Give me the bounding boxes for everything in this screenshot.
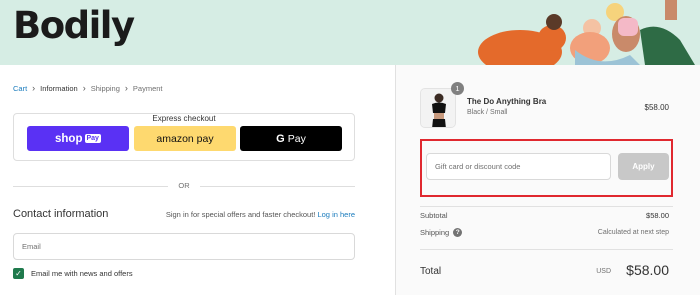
- summary-divider: [420, 249, 673, 250]
- contact-information-title: Contact information: [13, 208, 109, 220]
- shop-pay-label: shop: [55, 132, 83, 145]
- newsletter-checkbox[interactable]: ✓: [13, 268, 24, 279]
- quantity-badge: 1: [451, 82, 464, 95]
- apply-button[interactable]: Apply: [618, 153, 669, 180]
- checkout-main: Cart › Information › Shipping › Payment …: [0, 65, 395, 295]
- breadcrumb-payment: Payment: [132, 83, 163, 93]
- newsletter-option: ✓ Email me with news and offers: [13, 268, 133, 279]
- breadcrumb-information: Information: [40, 83, 78, 93]
- hero-banner-image: [440, 0, 700, 65]
- shop-pay-tag: Pay: [84, 134, 101, 143]
- order-summary: 1 The Do Anything Bra Black / Small $58.…: [395, 65, 700, 295]
- divider-line: [200, 186, 355, 187]
- breadcrumb: Cart › Information › Shipping › Payment: [13, 83, 163, 93]
- discount-code-input[interactable]: [426, 153, 611, 180]
- express-checkout-title: Express checkout: [147, 114, 221, 123]
- breadcrumb-cart[interactable]: Cart: [13, 84, 27, 93]
- newsletter-label: Email me with news and offers: [31, 269, 133, 278]
- product-name: The Do Anything Bra: [467, 97, 547, 106]
- chevron-right-icon: ›: [124, 83, 128, 93]
- login-link[interactable]: Log in here: [317, 210, 355, 219]
- signin-prompt: Sign in for special offers and faster ch…: [166, 210, 355, 219]
- product-variant: Black / Small: [467, 109, 508, 116]
- email-field[interactable]: [13, 233, 355, 260]
- subtotal-label-text: Subtotal: [420, 211, 448, 220]
- subtotal-value: $58.00: [646, 211, 669, 220]
- store-header: Bodily: [0, 0, 700, 65]
- help-icon[interactable]: ?: [453, 228, 463, 237]
- total-amount: $58.00: [626, 262, 669, 278]
- google-logo-icon: G: [276, 132, 285, 145]
- subtotal-label: Subtotal: [420, 211, 448, 220]
- breadcrumb-shipping: Shipping: [90, 83, 120, 93]
- total-currency: USD: [596, 268, 611, 275]
- chevron-right-icon: ›: [32, 83, 36, 93]
- store-logo[interactable]: Bodily: [13, 4, 135, 47]
- amazon-pay-button[interactable]: amazon pay: [134, 126, 236, 151]
- google-pay-button[interactable]: G Pay: [240, 126, 342, 151]
- chevron-right-icon: ›: [82, 83, 86, 93]
- shipping-label: Shipping ?: [420, 228, 463, 237]
- total-label: Total: [420, 266, 442, 277]
- shop-pay-button[interactable]: shop Pay: [27, 126, 129, 151]
- express-checkout-panel: Express checkout shop Pay amazon pay G P…: [13, 113, 355, 161]
- or-divider: OR: [13, 181, 355, 191]
- amazon-pay-label: amazon pay: [156, 132, 214, 145]
- summary-divider: [420, 206, 673, 207]
- product-price: $58.00: [644, 103, 669, 112]
- shipping-value: Calculated at next step: [597, 229, 669, 236]
- signin-text: Sign in for special offers and faster ch…: [165, 210, 316, 219]
- product-image: [420, 88, 456, 128]
- shipping-label-text: Shipping: [420, 228, 450, 237]
- google-pay-label: Pay: [287, 132, 306, 145]
